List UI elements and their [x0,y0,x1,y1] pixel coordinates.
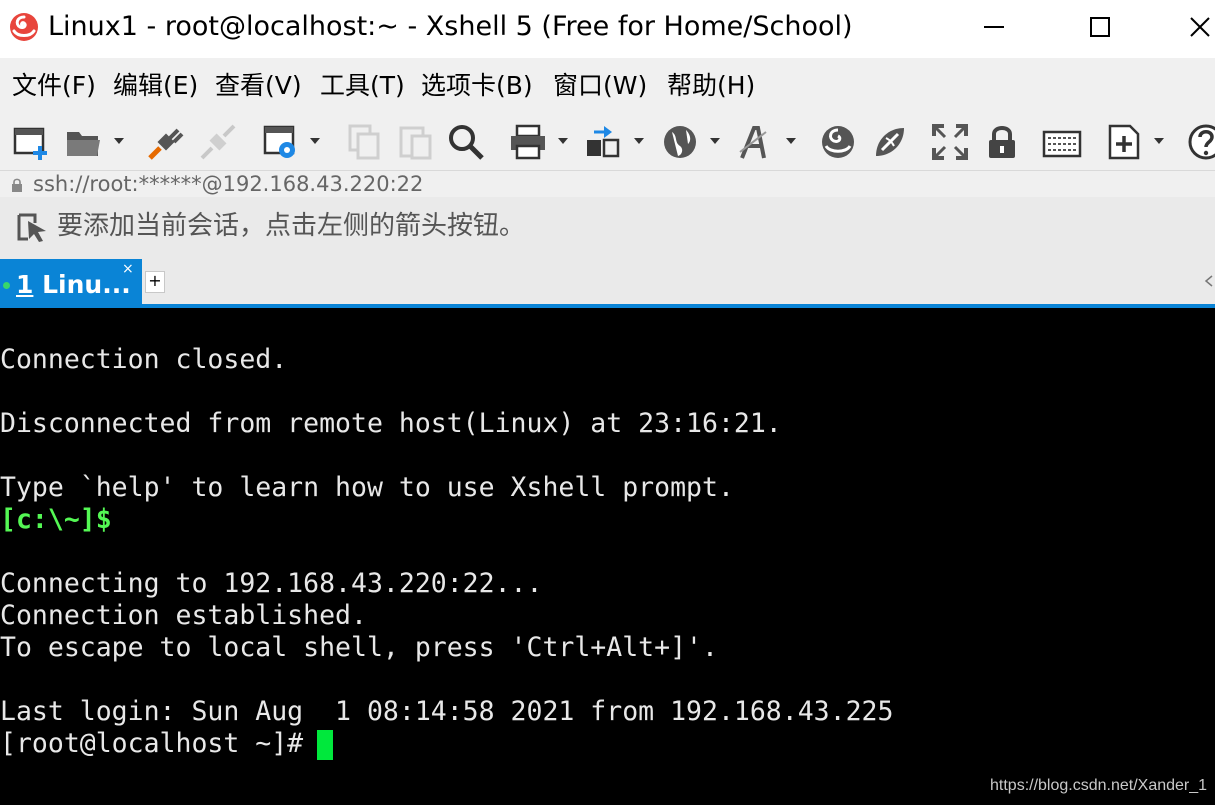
close-button[interactable] [1180,0,1215,54]
new-session-icon[interactable] [12,122,52,162]
font-dropdown-arrow[interactable] [786,138,796,144]
open-folder-icon[interactable] [64,122,104,162]
terminal-line: Connecting to 192.168.43.220:22... [0,568,543,599]
font-icon[interactable] [736,122,776,162]
session-hint-bar: 要添加当前会话，点击左侧的箭头按钮。 [0,197,1215,257]
terminal-line: To escape to local shell, press 'Ctrl+Al… [0,632,718,663]
add-tab-button[interactable]: + [145,271,165,293]
toolbar [0,114,1215,170]
terminal[interactable]: Connection closed. Disconnected from rem… [0,308,1215,805]
chevron-left-icon[interactable] [1204,275,1214,287]
tab-bar: 1 Linu... × + [0,257,1215,305]
xftp-icon[interactable] [870,122,910,162]
print-dropdown-arrow[interactable] [558,138,568,144]
globe-icon[interactable] [660,122,700,162]
menu-bar: 文件(F) 编辑(E) 查看(V) 工具(T) 选项卡(B) 窗口(W) 帮助(… [0,58,1215,114]
compose-icon[interactable] [1104,122,1144,162]
xshell-app-icon[interactable] [8,11,40,43]
compose-dropdown-arrow[interactable] [1154,138,1164,144]
remote-shell-prompt: [root@localhost ~]# [0,728,320,759]
terminal-line: Last login: Sun Aug 1 08:14:58 2021 from… [0,696,894,727]
terminal-line: Connection established. [0,600,367,631]
tab-close-icon[interactable]: × [122,262,134,276]
globe-dropdown-arrow[interactable] [710,138,720,144]
watermark: https://blog.csdn.net/Xander_1 [990,777,1208,794]
menu-help[interactable]: 帮助(H) [667,70,755,102]
find-icon[interactable] [446,122,486,162]
menu-view[interactable]: 查看(V) [215,70,302,102]
tab-title: Linu... [33,270,131,299]
close-icon [1190,17,1210,37]
maximize-icon [1090,17,1110,37]
tab-number: 1 [16,270,34,299]
properties-dropdown-arrow[interactable] [310,138,320,144]
connected-status-icon [3,282,10,289]
terminal-cursor [317,730,333,760]
properties-icon[interactable] [262,122,302,162]
menu-edit[interactable]: 编辑(E) [113,70,198,102]
window-title: Linux1 - root@localhost:~ - Xshell 5 (Fr… [48,11,853,42]
disconnect-icon [200,124,236,160]
copy-icon [348,124,380,160]
tab-session-1[interactable]: 1 Linu... × [0,259,142,305]
minimize-button[interactable] [966,0,1022,54]
transfer-dropdown-arrow[interactable] [634,138,644,144]
local-shell-prompt: [c:\~]$ [0,504,112,535]
maximize-button[interactable] [1072,0,1128,54]
terminal-line: Type `help' to learn how to use Xshell p… [0,472,734,503]
xshell-logo-icon[interactable] [818,122,858,162]
menu-file[interactable]: 文件(F) [12,70,96,102]
address-value: ssh://root:******@192.168.43.220:22 [33,172,424,196]
terminal-line: Disconnected from remote host(Linux) at … [0,408,782,439]
help-icon[interactable] [1186,122,1215,162]
title-bar: Linux1 - root@localhost:~ - Xshell 5 (Fr… [0,0,1215,58]
lock-icon[interactable] [982,122,1022,162]
menu-tabs[interactable]: 选项卡(B) [421,70,533,102]
menu-tools[interactable]: 工具(T) [320,70,405,102]
tab-label: 1 Linu... [16,269,131,301]
address-bar[interactable]: ssh://root:******@192.168.43.220:22 [0,170,1215,197]
transfer-icon[interactable] [584,122,624,162]
lock-icon [12,178,22,192]
open-dropdown-arrow[interactable] [114,138,124,144]
hint-text: 要添加当前会话，点击左侧的箭头按钮。 [57,211,526,241]
add-session-arrow-icon[interactable] [16,211,48,243]
connect-icon[interactable] [146,122,186,162]
paste-icon [399,126,432,160]
menu-window[interactable]: 窗口(W) [553,70,647,102]
terminal-line: Connection closed. [0,344,288,375]
print-icon[interactable] [508,122,548,162]
minimize-icon [984,26,1004,28]
keyboard-icon[interactable] [1042,122,1082,162]
fullscreen-icon[interactable] [930,122,970,162]
